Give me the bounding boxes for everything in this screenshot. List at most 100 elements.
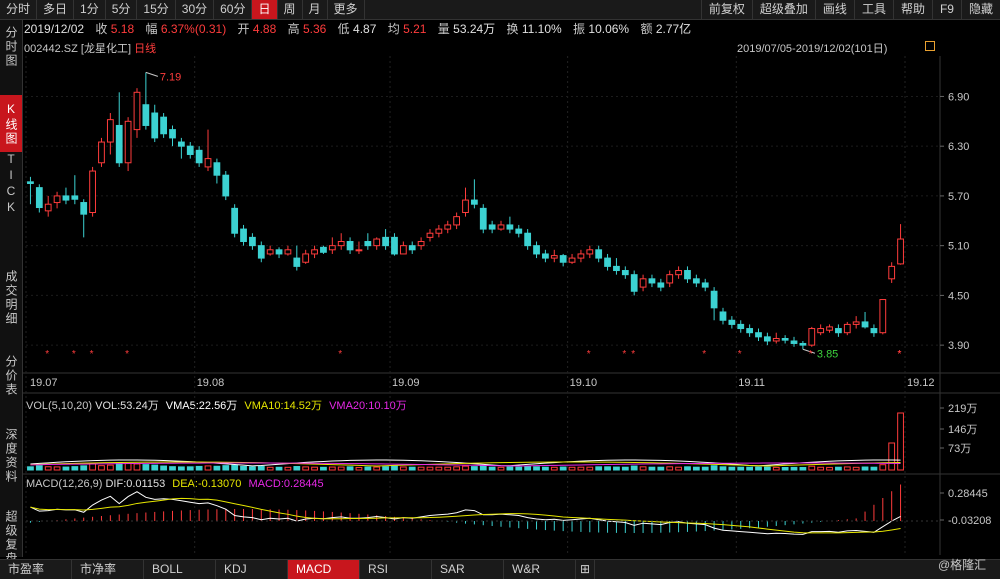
- volume-bar: [320, 466, 327, 471]
- volume-bar: [231, 464, 239, 471]
- date-tick-label: 19.08: [197, 377, 225, 389]
- candle-body: [737, 323, 745, 330]
- price-tick-label: 5.10: [948, 241, 969, 253]
- indicator-tab[interactable]: SAR: [432, 560, 504, 579]
- price-tick-label: 3.90: [948, 340, 969, 352]
- event-marker: *: [702, 349, 706, 360]
- kline-chart[interactable]: 6.90 6.30 5.70 5.10 4.50 3.90 19.07 19.08 19.09 1…: [0, 0, 1000, 578]
- candle-body: [515, 228, 523, 234]
- volume-bar: [80, 465, 88, 471]
- event-marker: *: [898, 349, 902, 360]
- date-tick-label: 19.09: [392, 377, 420, 389]
- candle-body: [142, 104, 150, 126]
- candle-body: [462, 199, 469, 214]
- event-marker: *: [72, 349, 76, 360]
- candle-body: [275, 249, 283, 255]
- vol-tick-label: 73万: [948, 443, 971, 455]
- candle-body: [80, 202, 88, 215]
- indicator-tab[interactable]: RSI: [360, 560, 432, 579]
- indicator-tab[interactable]: MACD: [288, 560, 360, 579]
- price-tick-label: 5.70: [948, 191, 969, 203]
- candle-body: [435, 228, 443, 234]
- indicator-tab[interactable]: 市盈率: [0, 560, 72, 579]
- candle-body: [790, 340, 798, 344]
- volume-bar: [755, 466, 762, 471]
- volume-bar: [302, 466, 310, 471]
- volume-bar: [133, 463, 141, 471]
- volume-bar: [240, 465, 247, 471]
- candle-body: [835, 328, 842, 334]
- volume-bar: [897, 412, 904, 471]
- volume-bar: [124, 463, 132, 471]
- volume-bar: [408, 466, 416, 471]
- indicator-tab[interactable]: 市净率: [72, 560, 144, 579]
- volume-bar: [195, 465, 203, 471]
- candle-body: [266, 249, 274, 255]
- candle-body: [595, 249, 603, 259]
- candle-body: [231, 207, 239, 234]
- volume-bar: [453, 466, 461, 471]
- volume-bar: [879, 464, 887, 471]
- candle-body: [746, 328, 754, 334]
- candle-body: [506, 224, 514, 230]
- price-tick-label: 6.90: [948, 91, 969, 103]
- candle-body: [550, 255, 558, 259]
- candle-body: [204, 158, 212, 168]
- volume-bar: [426, 466, 434, 471]
- volume-bar: [382, 466, 389, 471]
- event-marker: *: [622, 349, 626, 360]
- indicator-tab[interactable]: KDJ: [216, 560, 288, 579]
- candle-body: [533, 245, 540, 255]
- volume-bar: [417, 466, 425, 471]
- volume-bar: [870, 466, 878, 471]
- candle-body: [897, 238, 904, 265]
- volume-bar: [586, 466, 594, 471]
- volume-bar: [861, 466, 869, 471]
- candle-body: [160, 116, 168, 135]
- volume-bar: [355, 466, 363, 471]
- candle-body: [302, 253, 310, 263]
- volume-bar: [533, 466, 540, 471]
- candle-body: [53, 195, 61, 204]
- volume-bar: [684, 466, 691, 471]
- volume-bar: [852, 466, 860, 471]
- candle-body: [426, 232, 434, 238]
- candle-body: [27, 181, 34, 184]
- indicator-tab[interactable]: BOLL: [144, 560, 216, 579]
- volume-bar: [826, 466, 833, 471]
- event-marker: *: [45, 349, 49, 360]
- indicator-tab[interactable]: W&R: [504, 560, 576, 579]
- volume-bar: [106, 464, 114, 471]
- candle-body: [213, 162, 221, 176]
- volume-bar: [257, 465, 265, 471]
- event-marker: *: [809, 349, 813, 360]
- date-tick-label: 19.10: [570, 377, 598, 389]
- candle-body: [284, 249, 292, 255]
- volume-bar: [275, 466, 283, 471]
- candle-body: [382, 236, 389, 247]
- volume-bar: [701, 466, 709, 471]
- candle-body: [586, 249, 594, 255]
- add-indicator-button[interactable]: ⊞: [576, 560, 595, 579]
- volume-bar: [53, 466, 61, 471]
- volume-bar: [799, 467, 807, 471]
- candle-body: [755, 332, 762, 338]
- candle-body: [497, 224, 505, 230]
- candle-body: [373, 238, 381, 247]
- candle-body: [106, 119, 114, 143]
- macd-tick-label: -0.03208: [948, 515, 991, 527]
- volume-bar: [497, 466, 505, 471]
- volume-bar: [204, 465, 212, 471]
- candle-body: [781, 338, 789, 341]
- candle-body: [346, 241, 354, 251]
- candle-body: [692, 278, 700, 284]
- volume-bar: [692, 466, 700, 471]
- candle-body: [639, 278, 647, 288]
- volume-bar: [595, 466, 603, 471]
- candle-body: [133, 91, 141, 131]
- candle-body: [559, 255, 567, 263]
- candle-body: [62, 195, 70, 201]
- volume-bar: [888, 442, 896, 471]
- low-annotation: 3.85: [817, 348, 838, 360]
- volume-bar: [44, 466, 52, 471]
